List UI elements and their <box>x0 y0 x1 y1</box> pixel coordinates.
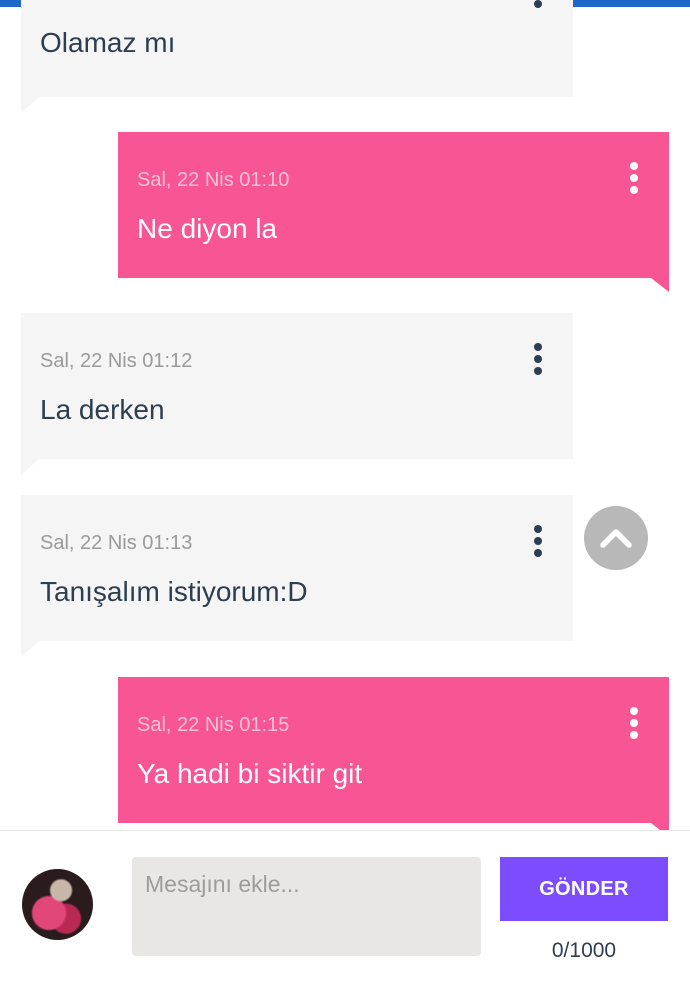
message-outgoing: Sal, 22 Nis 01:15 Ya hadi bi siktir git <box>118 677 669 837</box>
message-menu-icon[interactable] <box>622 158 646 198</box>
message-timestamp: Sal, 22 Nis 01:13 <box>40 532 193 554</box>
user-avatar <box>22 869 93 940</box>
character-counter: 0/1000 <box>551 939 617 962</box>
message-composer: GÖNDER 0/1000 <box>0 830 690 992</box>
bubble-tail <box>651 278 669 292</box>
send-button[interactable]: GÖNDER <box>500 857 668 921</box>
bubble-tail <box>21 459 39 475</box>
scroll-to-top-button[interactable] <box>584 506 648 570</box>
message-text: La derken <box>40 394 165 425</box>
message-timestamp: Sal, 22 Nis 01:15 <box>137 714 290 736</box>
message-timestamp: Sal, 22 Nis 01:12 <box>40 350 193 372</box>
message-incoming: Sal, 22 Nis 01:13 Tanışalım istiyorum:D <box>21 495 573 657</box>
message-menu-icon[interactable] <box>526 0 550 12</box>
bubble-tail <box>21 641 39 657</box>
message-menu-icon[interactable] <box>526 339 550 379</box>
message-incoming: Sal, 22 Nis 01:12 La derken <box>21 313 573 475</box>
chevron-up-icon <box>600 529 632 548</box>
message-timestamp: Sal, 22 Nis 01:10 <box>137 169 290 191</box>
message-text: Olamaz mı <box>40 27 176 58</box>
message-incoming: Olamaz mı <box>21 0 573 113</box>
message-text: Tanışalım istiyorum:D <box>40 576 308 607</box>
message-text: Ya hadi bi siktir git <box>137 758 363 789</box>
bubble-tail <box>21 97 39 113</box>
message-input[interactable] <box>132 857 481 956</box>
message-outgoing: Sal, 22 Nis 01:10 Ne diyon la <box>118 132 669 292</box>
message-menu-icon[interactable] <box>622 703 646 743</box>
message-menu-icon[interactable] <box>526 521 550 561</box>
message-text: Ne diyon la <box>137 213 278 244</box>
